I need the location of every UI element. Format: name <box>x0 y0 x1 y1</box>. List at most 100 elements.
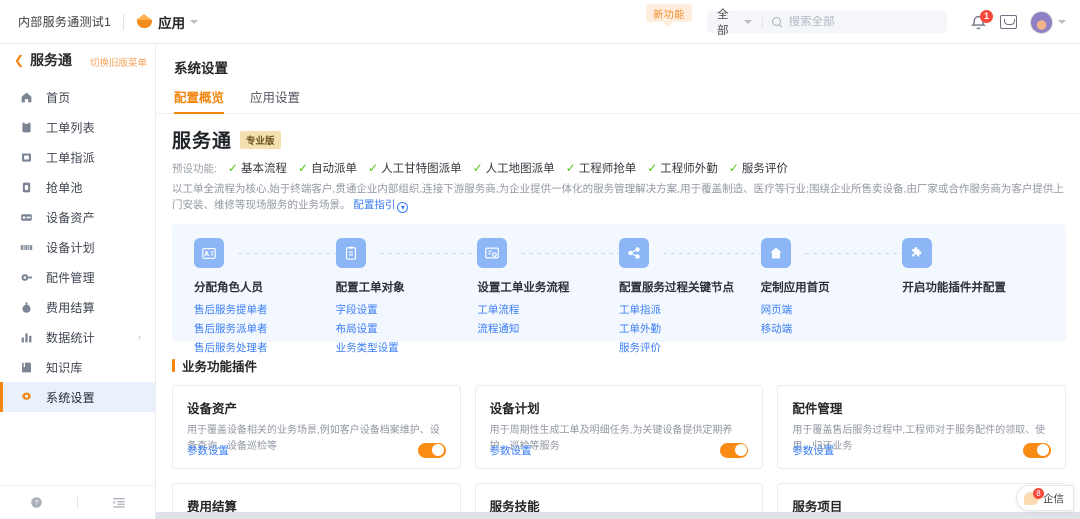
plugin-toggle[interactable] <box>417 442 446 458</box>
step-link[interactable]: 工单流程 <box>477 302 619 317</box>
horizontal-scrollbar[interactable] <box>156 512 1080 519</box>
cost-icon <box>20 301 33 314</box>
step-link[interactable]: 服务评价 <box>619 340 761 355</box>
plugin-card-grid: 设备资产 用于覆盖设备相关的业务场景,例如客户设备档案维护、设备查询、设备巡检等… <box>172 384 1066 519</box>
home-icon <box>760 237 791 268</box>
step-link[interactable]: 售后服务派单者 <box>194 321 336 336</box>
sidebar-item-label: 设备资产 <box>46 210 95 225</box>
step-link[interactable]: 业务类型设置 <box>336 340 478 355</box>
chevron-down-circle-icon[interactable]: ▾ <box>397 201 409 213</box>
switch-legacy-menu-link[interactable]: 切换旧版菜单 <box>90 55 147 69</box>
sidebar: ❮ 服务通 切换旧版菜单 首页 工单列表 工单指派 抢单池 设备资产 设备计划 … <box>0 44 156 519</box>
svg-text:?: ? <box>35 500 39 507</box>
sidebar-item-device-asset[interactable]: 设备资产 <box>0 202 155 232</box>
step-link[interactable]: 流程通知 <box>477 321 619 336</box>
tab-config-overview[interactable]: 配置概览 <box>174 87 225 114</box>
step-link[interactable]: 网页端 <box>761 302 903 317</box>
inbox-icon[interactable] <box>1000 15 1017 29</box>
step-links: 工单流程 流程通知 <box>477 302 619 336</box>
sidebar-item-data-statistics[interactable]: 数据统计 › <box>0 322 155 352</box>
step-link[interactable]: 售后服务处理者 <box>194 340 336 355</box>
plugins-section-title: 业务功能插件 <box>182 359 258 374</box>
step-link[interactable]: 布局设置 <box>336 321 478 336</box>
sidebar-item-cost-settlement[interactable]: 费用结算 <box>0 292 155 322</box>
chevron-down-icon <box>190 19 199 24</box>
assign-icon <box>20 151 33 164</box>
divider <box>123 13 125 30</box>
feature-item: ✓ 工程师外勤 <box>647 160 718 176</box>
sidebar-item-label: 费用结算 <box>46 300 95 315</box>
check-icon: ✓ <box>728 161 739 175</box>
setup-steps-panel: 分配角色人员 售后服务提单者 售后服务派单者 售后服务处理者 配置工单对象 字段… <box>172 223 1066 354</box>
plugin-card-parts-management[interactable]: 配件管理 用于覆盖售后服务过程中,工程师对于服务配件的领取、使用、归还业务 参数… <box>777 384 1066 469</box>
search-icon <box>771 16 783 28</box>
plugin-card-device-asset[interactable]: 设备资产 用于覆盖设备相关的业务场景,例如客户设备档案维护、设备查询、设备巡检等… <box>172 384 461 469</box>
step-links: 字段设置 布局设置 业务类型设置 <box>336 302 478 355</box>
clipboard-icon <box>20 121 33 134</box>
edition-badge: 专业版 <box>240 130 281 149</box>
sidebar-item-grab-pool[interactable]: 抢单池 <box>0 172 155 202</box>
plugin-settings-link[interactable]: 参数设置 <box>490 443 532 458</box>
step-connector <box>521 252 630 254</box>
plan-icon <box>20 241 33 254</box>
step-connector <box>663 252 771 254</box>
sidebar-item-ticket-list[interactable]: 工单列表 <box>0 112 155 142</box>
search-input[interactable] <box>788 16 947 28</box>
sidebar-item-parts-management[interactable]: 配件管理 <box>0 262 155 292</box>
description-text: 以工单全流程为核心,始于终端客户,贯通企业内部组织,连接下游服务商,为企业提供一… <box>172 183 1064 211</box>
feature-label: 基本流程 <box>240 163 287 175</box>
brand-name: 服务通 <box>172 131 233 152</box>
qixin-floating-widget[interactable]: 8 企信 <box>1016 485 1074 511</box>
puzzle-icon <box>902 237 933 268</box>
plugin-card-device-plan[interactable]: 设备计划 用于周期性生成工单及明细任务,为关键设备提供定期养护、巡检等服务 参数… <box>474 384 764 469</box>
step-link[interactable]: 工单外勤 <box>619 321 761 336</box>
search-scope-selector[interactable]: 全部 <box>707 6 752 38</box>
product-description: 以工单全流程为核心,始于终端客户,贯通企业内部组织,连接下游服务商,为企业提供一… <box>172 182 1066 214</box>
tenant-name: 内部服务通测试1 <box>18 15 112 29</box>
step-title: 设置工单业务流程 <box>477 281 570 294</box>
sidebar-item-label: 工单列表 <box>46 120 95 135</box>
step-link[interactable]: 字段设置 <box>336 302 478 317</box>
feature-label: 工程师外勤 <box>660 163 718 175</box>
check-icon: ✓ <box>647 161 658 175</box>
sidebar-item-system-settings[interactable]: 系统设置 <box>0 382 155 412</box>
global-search[interactable]: 全部 <box>707 9 947 37</box>
help-icon[interactable]: ? <box>30 496 43 509</box>
chevron-left-icon[interactable]: ❮ <box>14 54 24 66</box>
feature-item: ✓ 工程师抢单 <box>566 160 637 176</box>
chevron-down-icon <box>743 20 752 24</box>
plugin-toggle[interactable] <box>720 442 749 458</box>
notification-count: 1 <box>980 9 993 23</box>
collapse-menu-icon[interactable] <box>112 496 126 509</box>
plugin-toggle[interactable] <box>1022 442 1051 458</box>
plugin-settings-link[interactable]: 参数设置 <box>792 443 834 458</box>
plugin-settings-link[interactable]: 参数设置 <box>187 443 229 458</box>
feature-label: 工程师抢单 <box>578 163 637 175</box>
step-links: 工单指派 工单外勤 服务评价 <box>619 302 761 355</box>
user-menu[interactable] <box>1030 10 1066 34</box>
step-link[interactable]: 售后服务提单者 <box>194 302 336 317</box>
chart-icon <box>20 331 33 344</box>
config-guide-link[interactable]: 配置指引 <box>353 199 395 211</box>
qixin-unread-count: 8 <box>1033 487 1044 499</box>
sidebar-item-knowledge-base[interactable]: 知识库 <box>0 352 155 382</box>
feature-item: ✓ 人工甘特图派单 <box>368 160 462 176</box>
sidebar-item-device-plan[interactable]: 设备计划 <box>0 232 155 262</box>
step-ticket-business-flow: 设置工单业务流程 工单流程 流程通知 <box>477 237 630 355</box>
step-connector <box>238 252 346 254</box>
step-link[interactable]: 工单指派 <box>619 302 761 317</box>
step-link[interactable]: 移动端 <box>761 321 903 336</box>
step-title: 配置工单对象 <box>335 281 405 294</box>
bell-icon[interactable]: 1 <box>970 9 993 31</box>
step-customize-home: 定制应用首页 网页端 移动端 <box>760 237 913 355</box>
sidebar-item-ticket-assign[interactable]: 工单指派 <box>0 142 155 172</box>
share-nodes-icon <box>619 237 650 268</box>
feature-label: 人工地图派单 <box>485 163 555 175</box>
check-icon: ✓ <box>368 161 379 175</box>
app-switcher[interactable]: 应用 <box>136 12 199 32</box>
app-root: 内部服务通测试1 应用 新功能 全部 1 <box>0 0 1080 519</box>
sidebar-item-home[interactable]: 首页 <box>0 82 155 112</box>
sidebar-item-label: 数据统计 <box>46 330 95 345</box>
tab-app-settings[interactable]: 应用设置 <box>250 87 300 113</box>
step-title: 分配角色人员 <box>194 281 263 294</box>
